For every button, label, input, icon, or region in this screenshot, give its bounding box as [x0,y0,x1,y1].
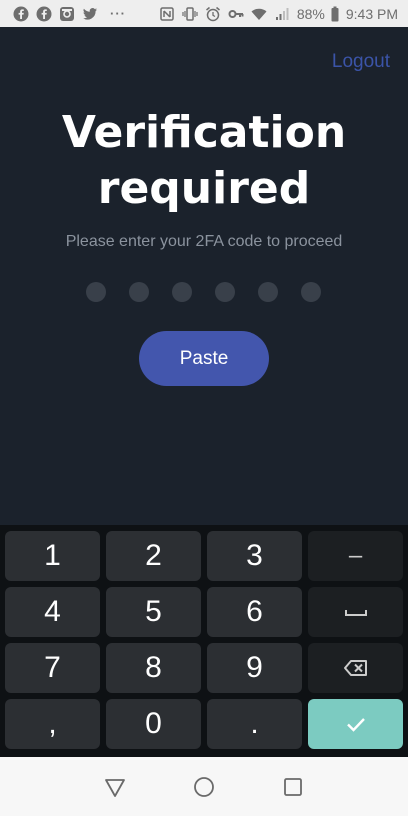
key-backspace[interactable] [308,643,403,693]
facebook-icon [35,5,52,22]
key-3[interactable]: 3 [207,531,302,581]
twitter-icon [81,5,98,22]
key-7[interactable]: 7 [5,643,100,693]
key-2[interactable]: 2 [106,531,201,581]
nfc-icon [159,5,176,22]
back-icon [104,778,125,797]
status-bar: ··· 88% 9:43 PM [0,0,408,27]
key-comma[interactable]: , [5,699,100,749]
navigation-bar [0,757,408,816]
key-minus[interactable]: – [308,531,403,581]
verification-screen: Logout Verification required Please ente… [0,27,408,525]
title-line-2: required [97,163,311,214]
key-icon [228,5,245,22]
key-8[interactable]: 8 [106,643,201,693]
key-1[interactable]: 1 [5,531,100,581]
wifi-icon [251,5,268,22]
recents-button[interactable] [273,767,313,807]
instruction-text: Please enter your 2FA code to proceed [65,233,343,250]
key-6[interactable]: 6 [207,587,302,637]
battery-icon [331,5,340,22]
key-0[interactable]: 0 [106,699,201,749]
code-input-dots[interactable] [86,282,321,302]
clock: 9:43 PM [345,5,398,22]
key-9[interactable]: 9 [207,643,302,693]
key-4[interactable]: 4 [5,587,100,637]
home-button[interactable] [184,767,224,807]
facebook-icon [12,5,29,22]
notification-icons: ··· [12,5,126,22]
space-icon [344,610,367,616]
key-space[interactable] [308,587,403,637]
numeric-keypad: 1 2 3 – 4 5 6 7 8 9 , 0 . [0,525,408,757]
logout-button[interactable]: Logout [332,51,390,73]
backspace-icon [343,660,367,676]
title-line-1: Verification [61,107,347,158]
signal-icon [274,5,291,22]
vibrate-icon [182,5,199,22]
key-5[interactable]: 5 [106,587,201,637]
alarm-icon [205,5,222,22]
back-button[interactable] [95,767,135,807]
recents-icon [284,777,303,796]
page-title: Verification required [0,105,408,217]
key-period[interactable]: . [207,699,302,749]
key-enter[interactable] [308,699,403,749]
system-icons: 88% 9:43 PM [159,5,398,22]
code-digit-slot [86,282,106,302]
code-digit-slot [301,282,321,302]
more-notifications: ··· [110,6,126,21]
checkmark-icon [346,718,365,732]
instagram-icon [58,5,75,22]
battery-percent: 88% [296,5,325,22]
home-icon [194,776,214,797]
code-digit-slot [172,282,192,302]
code-digit-slot [129,282,149,302]
code-digit-slot [258,282,278,302]
paste-button[interactable]: Paste [139,331,269,386]
code-digit-slot [215,282,235,302]
